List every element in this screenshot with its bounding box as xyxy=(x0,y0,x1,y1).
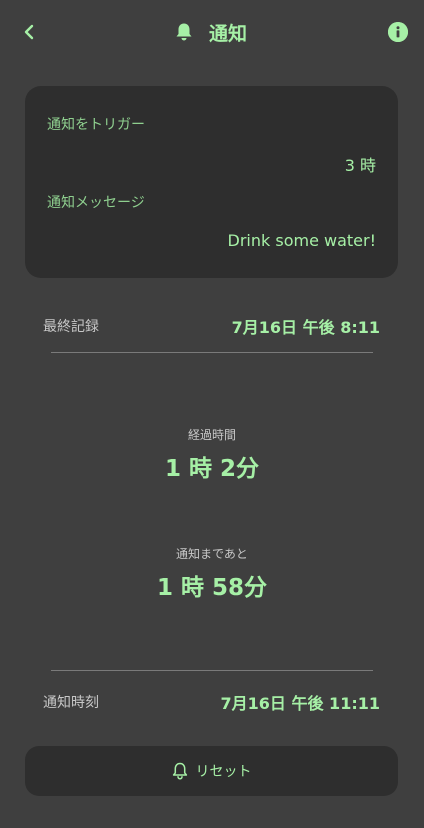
reset-button[interactable]: リセット xyxy=(25,746,398,796)
trigger-label: 通知をトリガー xyxy=(47,117,145,133)
remaining-label: 通知まであと xyxy=(176,547,248,561)
info-button[interactable] xyxy=(388,22,408,42)
info-icon xyxy=(388,22,408,42)
bell-icon xyxy=(176,23,192,41)
bell-outline-icon xyxy=(172,762,187,780)
elapsed-label: 経過時間 xyxy=(187,428,236,442)
reset-button-label: リセット xyxy=(195,764,252,780)
header-title-group: 通知 xyxy=(175,18,247,46)
last-record-label: 最終記録 xyxy=(43,319,99,335)
notify-time-value: 7月16日 午後 11:11 xyxy=(220,694,380,713)
chevron-left-icon xyxy=(24,24,34,40)
divider-bottom xyxy=(51,670,373,671)
app-header: 通知 xyxy=(0,0,424,64)
divider-top xyxy=(51,352,373,353)
last-record-value: 7月16日 午後 8:11 xyxy=(231,318,380,337)
elapsed-value: 1 時 2分 xyxy=(164,456,260,482)
message-value[interactable]: Drink some water! xyxy=(228,231,376,250)
trigger-value[interactable]: 3 時 xyxy=(345,152,376,176)
remaining-value: 1 時 58分 xyxy=(156,575,268,601)
message-label: 通知メッセージ xyxy=(47,195,145,211)
page-title: 通知 xyxy=(209,22,248,45)
notify-time-label: 通知時刻 xyxy=(43,695,99,711)
notification-settings-card[interactable]: 通知をトリガー 3 時 通知メッセージ Drink some water! xyxy=(25,86,398,278)
back-button[interactable] xyxy=(18,20,42,44)
